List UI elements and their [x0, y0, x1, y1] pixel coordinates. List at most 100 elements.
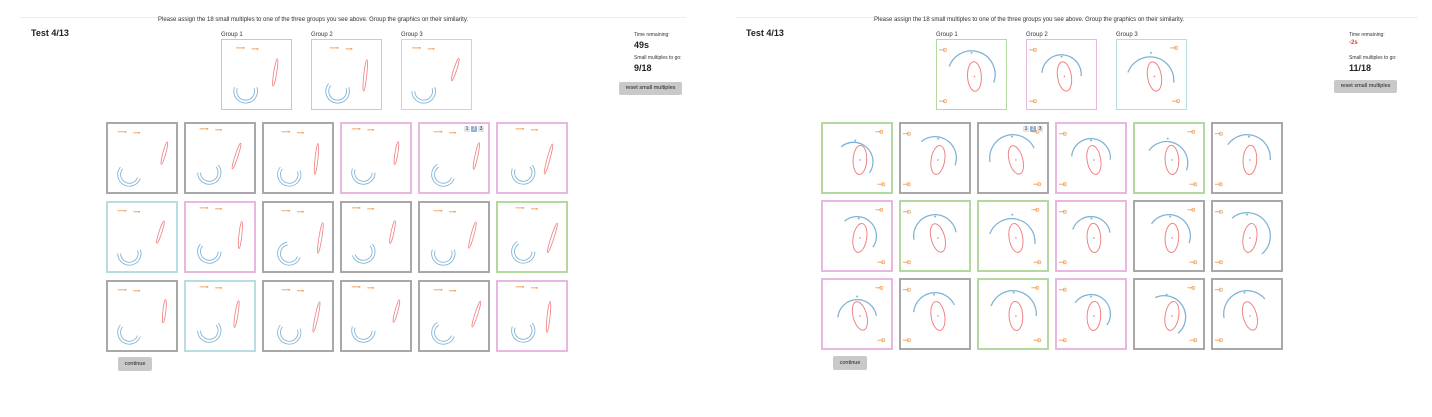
small-multiple[interactable]: [821, 278, 893, 350]
arrow-head: [440, 130, 443, 133]
small-multiple-glyph: [902, 287, 955, 343]
small-multiple[interactable]: [977, 278, 1049, 350]
arc-mark: [514, 243, 533, 261]
small-multiple-glyph: [511, 285, 552, 343]
group-selector: 123: [464, 126, 484, 132]
group-1-box[interactable]: [221, 39, 292, 110]
small-multiple[interactable]: [184, 280, 256, 352]
small-multiple[interactable]: [1133, 200, 1205, 272]
small-multiple[interactable]: [821, 200, 893, 272]
small-multiple[interactable]: [418, 280, 490, 352]
small-multiple[interactable]: [496, 122, 568, 194]
small-multiple[interactable]: [106, 122, 178, 194]
arrow-head: [432, 47, 435, 50]
arrow-head: [372, 207, 375, 210]
small-multiple-glyph: [117, 288, 167, 345]
small-multiple-glyph: [1214, 131, 1271, 187]
small-multiple[interactable]: [106, 280, 178, 352]
small-multiple[interactable]: [496, 201, 568, 273]
small-multiple[interactable]: [1133, 278, 1205, 350]
small-multiple[interactable]: 123: [418, 122, 490, 194]
small-multiple-glyph: [902, 131, 958, 187]
small-multiple[interactable]: [106, 201, 178, 273]
arc-mark: [1154, 295, 1187, 334]
multiples-remaining-label: Small multiples to go:: [634, 55, 682, 61]
small-multiple[interactable]: [418, 201, 490, 273]
ellipse-center: [1093, 315, 1095, 317]
continue-button[interactable]: continue: [833, 356, 867, 370]
arc-mark: [948, 50, 996, 83]
small-multiple-glyph: [197, 206, 243, 264]
arc-mark: [434, 324, 452, 342]
small-multiple[interactable]: [262, 122, 334, 194]
arc-point: [1060, 55, 1063, 58]
small-multiple-glyph: [431, 130, 480, 187]
arrow-head: [350, 47, 353, 50]
continue-button[interactable]: continue: [118, 357, 152, 371]
small-multiple[interactable]: [899, 278, 971, 350]
small-multiple[interactable]: [340, 201, 412, 273]
arrow-head: [138, 289, 141, 292]
arrow-head: [358, 127, 361, 130]
group-selector-option[interactable]: 2: [471, 126, 477, 132]
arc-mark: [414, 88, 433, 101]
small-multiple[interactable]: [262, 201, 334, 273]
small-multiple[interactable]: [977, 200, 1049, 272]
group-glyph: [325, 46, 368, 104]
arrow-head: [418, 46, 421, 49]
arc-mark: [1074, 293, 1112, 326]
small-multiple[interactable]: [899, 122, 971, 194]
arc-point: [1090, 139, 1092, 142]
arc-mark: [1071, 137, 1111, 160]
arrow-head: [372, 286, 375, 289]
small-multiple[interactable]: [899, 200, 971, 272]
group-2-box[interactable]: [1026, 39, 1097, 110]
small-multiple-glyph: [840, 129, 886, 187]
small-multiple[interactable]: [496, 280, 568, 352]
arc-mark: [1223, 290, 1266, 319]
small-multiple[interactable]: [1055, 122, 1127, 194]
small-multiple[interactable]: [340, 280, 412, 352]
small-multiple[interactable]: [1133, 122, 1205, 194]
small-multiple[interactable]: [1211, 200, 1283, 272]
group-selector-option[interactable]: 1: [1023, 126, 1029, 132]
group-selector-option[interactable]: 3: [1037, 126, 1043, 132]
small-multiple[interactable]: [1055, 278, 1127, 350]
small-multiple[interactable]: [1211, 122, 1283, 194]
reset-button[interactable]: reset small multiples: [619, 82, 682, 95]
arrow-head: [522, 206, 525, 209]
group-1-box[interactable]: [936, 39, 1007, 110]
group-selector: 123: [1023, 126, 1043, 132]
small-multiple[interactable]: [184, 122, 256, 194]
small-multiple[interactable]: 123: [977, 122, 1049, 194]
ellipse-center: [937, 315, 939, 317]
arrow-head: [440, 288, 443, 291]
group-3-box[interactable]: [401, 39, 472, 110]
arc-point: [1166, 137, 1169, 140]
group-selector-option[interactable]: 2: [1030, 126, 1036, 132]
small-multiple[interactable]: [1055, 200, 1127, 272]
group-selector-option[interactable]: 3: [478, 126, 484, 132]
arc-mark: [1150, 214, 1191, 244]
group-2-box[interactable]: [311, 39, 382, 110]
small-multiple[interactable]: [340, 122, 412, 194]
group-selector-option[interactable]: 1: [464, 126, 470, 132]
ellipse-mark: [156, 220, 165, 244]
small-multiple[interactable]: [184, 201, 256, 273]
arc-mark: [844, 215, 878, 248]
small-multiple[interactable]: [262, 280, 334, 352]
small-multiple[interactable]: [821, 122, 893, 194]
ellipse-center: [1063, 75, 1066, 78]
ellipse-mark: [233, 300, 240, 328]
reset-button[interactable]: reset small multiples: [1334, 80, 1397, 93]
arc-point: [1090, 217, 1093, 220]
small-multiple[interactable]: [1211, 278, 1283, 350]
arrow-head: [372, 128, 375, 131]
small-multiple-glyph: [197, 127, 242, 185]
arrow-head: [522, 127, 525, 130]
small-multiple-glyph: [351, 206, 396, 264]
arrow-head: [535, 207, 538, 210]
group-3-box[interactable]: [1116, 39, 1187, 110]
group-3-label: Group 3: [401, 32, 423, 38]
small-multiple-glyph: [1214, 287, 1266, 343]
